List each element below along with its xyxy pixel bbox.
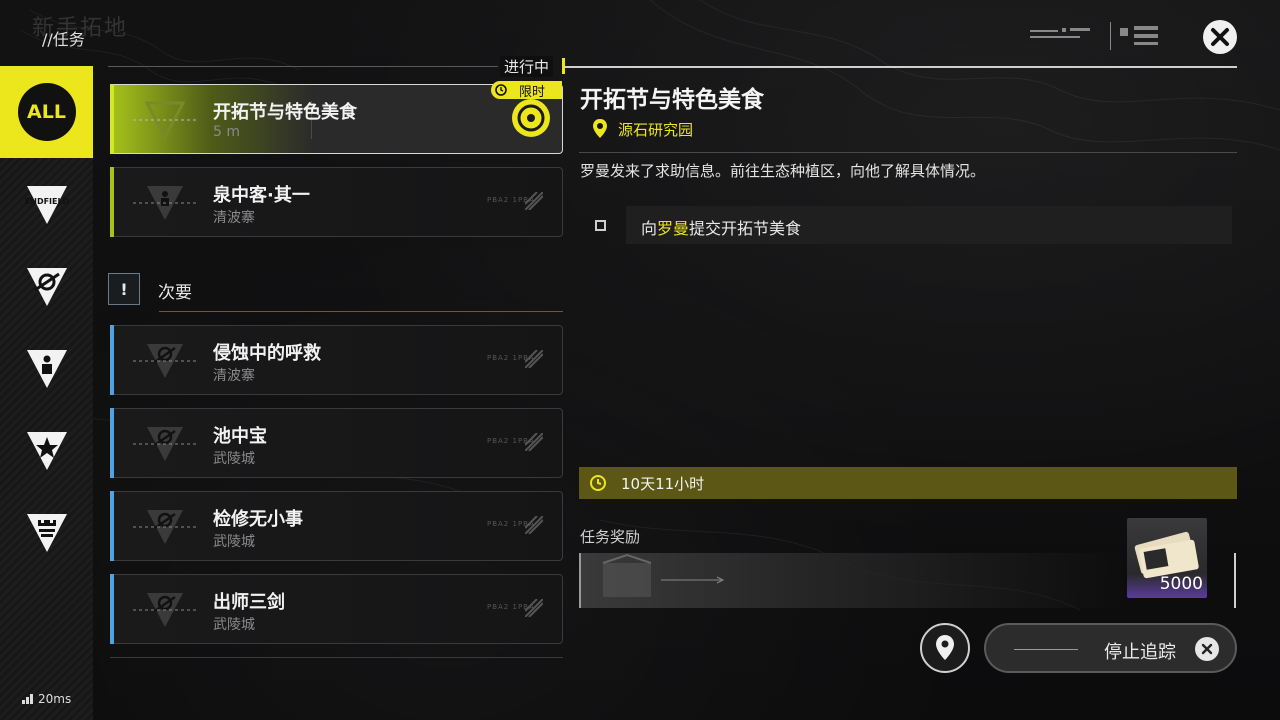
sidebar-item-type-2[interactable] bbox=[0, 246, 93, 328]
quest-type-icon bbox=[133, 427, 197, 461]
quest-name: 泉中客·其一 bbox=[213, 185, 310, 206]
minor-section-label: 次要 bbox=[158, 283, 192, 303]
quest-type-icon bbox=[133, 593, 197, 627]
detail-title: 开拓节与特色美食 bbox=[580, 87, 764, 113]
reward-quantity: 5000 bbox=[1159, 574, 1203, 594]
quest-type-icon bbox=[133, 101, 197, 141]
objective-npc: 罗曼 bbox=[657, 219, 690, 238]
quest-location: 清波寨 bbox=[213, 210, 255, 226]
quest-type-icon bbox=[133, 344, 197, 378]
track-target-button[interactable] bbox=[512, 99, 550, 137]
hatch-icon bbox=[525, 516, 543, 534]
quest-stripe bbox=[110, 325, 114, 395]
reward-crate-icon bbox=[602, 553, 725, 597]
objective-row: 向罗曼提交开拓节美食 bbox=[626, 206, 1232, 244]
quest-name: 侵蚀中的呼救 bbox=[213, 343, 321, 364]
quest-stripe bbox=[110, 491, 114, 561]
person-icon bbox=[26, 350, 67, 388]
quest-location: 武陵城 bbox=[213, 451, 255, 467]
quest-stripe bbox=[110, 574, 114, 644]
quest-location: 武陵城 bbox=[213, 617, 255, 633]
quest-card[interactable]: 池中宝 武陵城 PBA2 1PBA bbox=[110, 408, 563, 478]
reward-label: 任务奖励 bbox=[580, 528, 641, 546]
quest-card[interactable]: 泉中客·其一 清波寨 PBA2 1PBA bbox=[110, 167, 563, 237]
hatch-icon bbox=[525, 192, 543, 210]
time-limit-bar: 10天11小时 bbox=[579, 467, 1237, 499]
quest-type-icon bbox=[133, 510, 197, 544]
all-badge: ALL bbox=[17, 83, 76, 141]
quest-location: 清波寨 bbox=[213, 368, 255, 384]
hatch-icon bbox=[525, 350, 543, 368]
signal-icon bbox=[22, 694, 33, 704]
quest-name: 检修无小事 bbox=[213, 509, 303, 530]
quest-stripe bbox=[110, 84, 114, 154]
network-ping: 20ms bbox=[22, 692, 71, 706]
exclamation-icon: ! bbox=[108, 273, 140, 305]
reward-strip bbox=[579, 553, 1125, 608]
target-icon bbox=[517, 104, 545, 132]
quest-distance: 5 m bbox=[213, 124, 240, 140]
castle-icon bbox=[26, 514, 67, 552]
location-pin-icon bbox=[593, 119, 607, 138]
stop-tracking-label: 停止追踪 bbox=[1104, 642, 1176, 663]
quest-type-icon bbox=[133, 186, 197, 220]
objective-text: 向罗曼提交开拓节美食 bbox=[641, 215, 801, 239]
category-sidebar: ALL ENDFIELD bbox=[0, 66, 93, 720]
in-progress-rule bbox=[108, 66, 498, 67]
planet-icon bbox=[26, 268, 67, 306]
ping-value: 20ms bbox=[38, 692, 72, 706]
detail-location: 源石研究园 bbox=[592, 118, 693, 140]
svg-text:ENDFIELD: ENDFIELD bbox=[25, 197, 69, 206]
close-icon bbox=[1195, 637, 1219, 661]
objective-prefix: 向 bbox=[641, 219, 658, 238]
quest-stripe bbox=[110, 167, 114, 237]
sidebar-item-type-5[interactable] bbox=[0, 492, 93, 574]
close-icon bbox=[1211, 28, 1229, 46]
hatch-icon bbox=[525, 599, 543, 617]
quest-card[interactable]: 出师三剑 武陵城 PBA2 1PBA bbox=[110, 574, 563, 644]
hud-decoration bbox=[1030, 22, 1158, 50]
detail-rule bbox=[579, 152, 1237, 153]
objective-checkbox-icon bbox=[595, 220, 606, 231]
minor-section-rule bbox=[159, 311, 563, 312]
objective-suffix: 提交开拓节美食 bbox=[689, 219, 802, 238]
quest-name: 出师三剑 bbox=[213, 592, 285, 613]
time-remaining: 10天11小时 bbox=[621, 474, 705, 493]
sidebar-item-all[interactable]: ALL bbox=[0, 66, 93, 158]
quest-card[interactable]: 检修无小事 武陵城 PBA2 1PBA bbox=[110, 491, 563, 561]
map-button[interactable] bbox=[920, 623, 970, 673]
sidebar-item-endfield[interactable]: ENDFIELD bbox=[0, 164, 93, 246]
quest-name: 池中宝 bbox=[213, 426, 267, 447]
stop-tracking-button[interactable]: 停止追踪 bbox=[984, 623, 1237, 673]
clock-icon bbox=[590, 475, 606, 491]
location-text: 源石研究园 bbox=[618, 120, 694, 139]
close-button[interactable] bbox=[1203, 20, 1237, 54]
quest-card[interactable]: 侵蚀中的呼救 清波寨 PBA2 1PBA bbox=[110, 325, 563, 395]
sidebar-item-type-4[interactable] bbox=[0, 410, 93, 492]
endfield-icon: ENDFIELD bbox=[25, 186, 69, 224]
quest-name: 开拓节与特色美食 bbox=[213, 102, 357, 123]
star-icon bbox=[26, 432, 67, 470]
map-pin-icon bbox=[936, 635, 954, 660]
sidebar-item-type-3[interactable] bbox=[0, 328, 93, 410]
page-title: //任务 bbox=[42, 30, 85, 49]
quest-card-partial bbox=[110, 657, 563, 663]
hatch-icon bbox=[525, 433, 543, 451]
reward-strip-edge bbox=[1234, 553, 1236, 608]
timed-badge: 限时 bbox=[491, 81, 562, 100]
in-progress-marker bbox=[562, 58, 565, 74]
quest-location: 武陵城 bbox=[213, 534, 255, 550]
detail-description: 罗曼发来了求助信息。前往生态种植区，向他了解具体情况。 bbox=[580, 162, 986, 180]
timed-label: 限时 bbox=[519, 84, 546, 100]
in-progress-label: 进行中 bbox=[500, 56, 554, 77]
clock-icon bbox=[495, 84, 507, 96]
quest-stripe bbox=[110, 408, 114, 478]
reward-item-currency[interactable]: 5000 bbox=[1127, 518, 1207, 598]
header-rule bbox=[565, 66, 1237, 68]
button-line-decoration bbox=[1014, 649, 1078, 650]
